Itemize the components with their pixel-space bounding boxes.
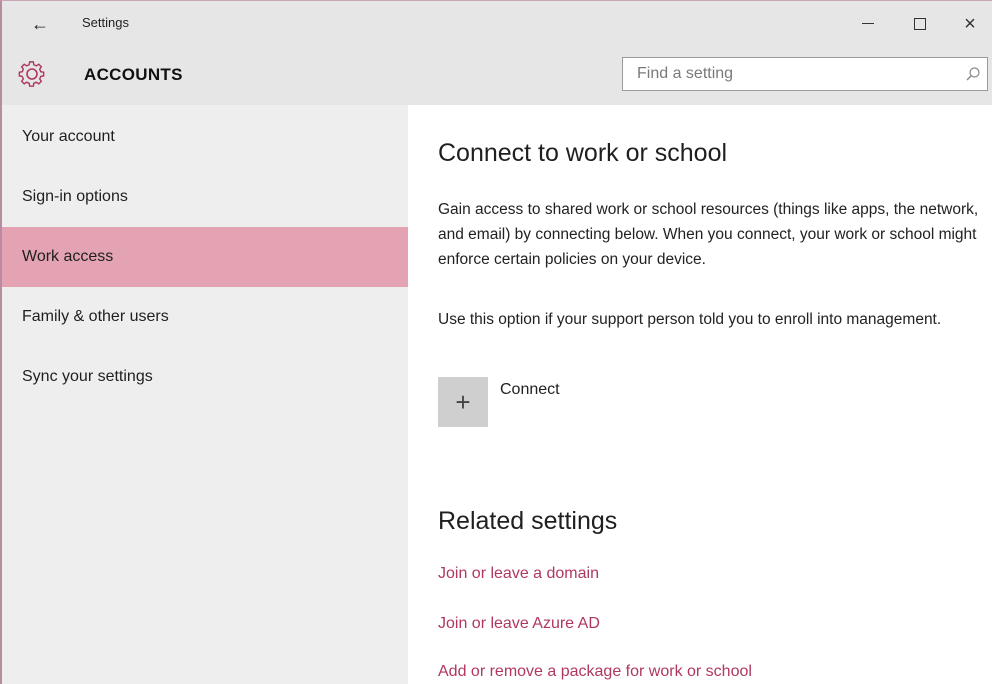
main-content: Connect to work or school Gain access to…	[408, 105, 992, 684]
plus-icon: +	[455, 387, 471, 417]
sidebar-item-your-account[interactable]: Your account	[2, 107, 408, 167]
page-title: ACCOUNTS	[84, 65, 183, 84]
sidebar-item-sync-settings[interactable]: Sync your settings	[2, 347, 408, 407]
maximize-button[interactable]	[900, 9, 940, 39]
gear-icon	[18, 61, 45, 87]
back-arrow-icon[interactable]: ←	[26, 11, 54, 37]
close-button[interactable]: ×	[950, 9, 990, 39]
search-icon[interactable]	[965, 66, 981, 82]
add-remove-package-link[interactable]: Add or remove a package for work or scho…	[438, 663, 752, 681]
settings-header: ACCOUNTS	[2, 47, 992, 105]
enroll-note-text: Use this option if your support person t…	[438, 311, 942, 328]
window-title: Settings	[82, 15, 129, 30]
section-heading: Connect to work or school	[438, 139, 728, 167]
search-input[interactable]	[623, 58, 953, 90]
join-leave-azure-ad-link[interactable]: Join or leave Azure AD	[438, 615, 600, 633]
connect-button[interactable]: +	[438, 377, 488, 427]
sidebar-item-work-access[interactable]: Work access	[2, 227, 408, 287]
maximize-icon	[914, 17, 926, 30]
sidebar-item-family-other-users[interactable]: Family & other users	[2, 287, 408, 347]
close-icon: ×	[964, 13, 976, 35]
minimize-button[interactable]	[848, 9, 888, 39]
connect-label[interactable]: Connect	[500, 381, 560, 399]
search-box[interactable]	[622, 57, 988, 91]
sidebar-item-sign-in-options[interactable]: Sign-in options	[2, 167, 408, 227]
description-text: Gain access to shared work or school res…	[438, 201, 979, 268]
settings-window: ← Settings × ACCOUNTS Your	[0, 0, 992, 684]
title-bar: ← Settings ×	[2, 1, 992, 47]
join-leave-domain-link[interactable]: Join or leave a domain	[438, 565, 599, 583]
minimize-icon	[862, 23, 874, 25]
sidebar: Your account Sign-in options Work access…	[2, 105, 408, 684]
related-settings-heading: Related settings	[438, 507, 618, 535]
